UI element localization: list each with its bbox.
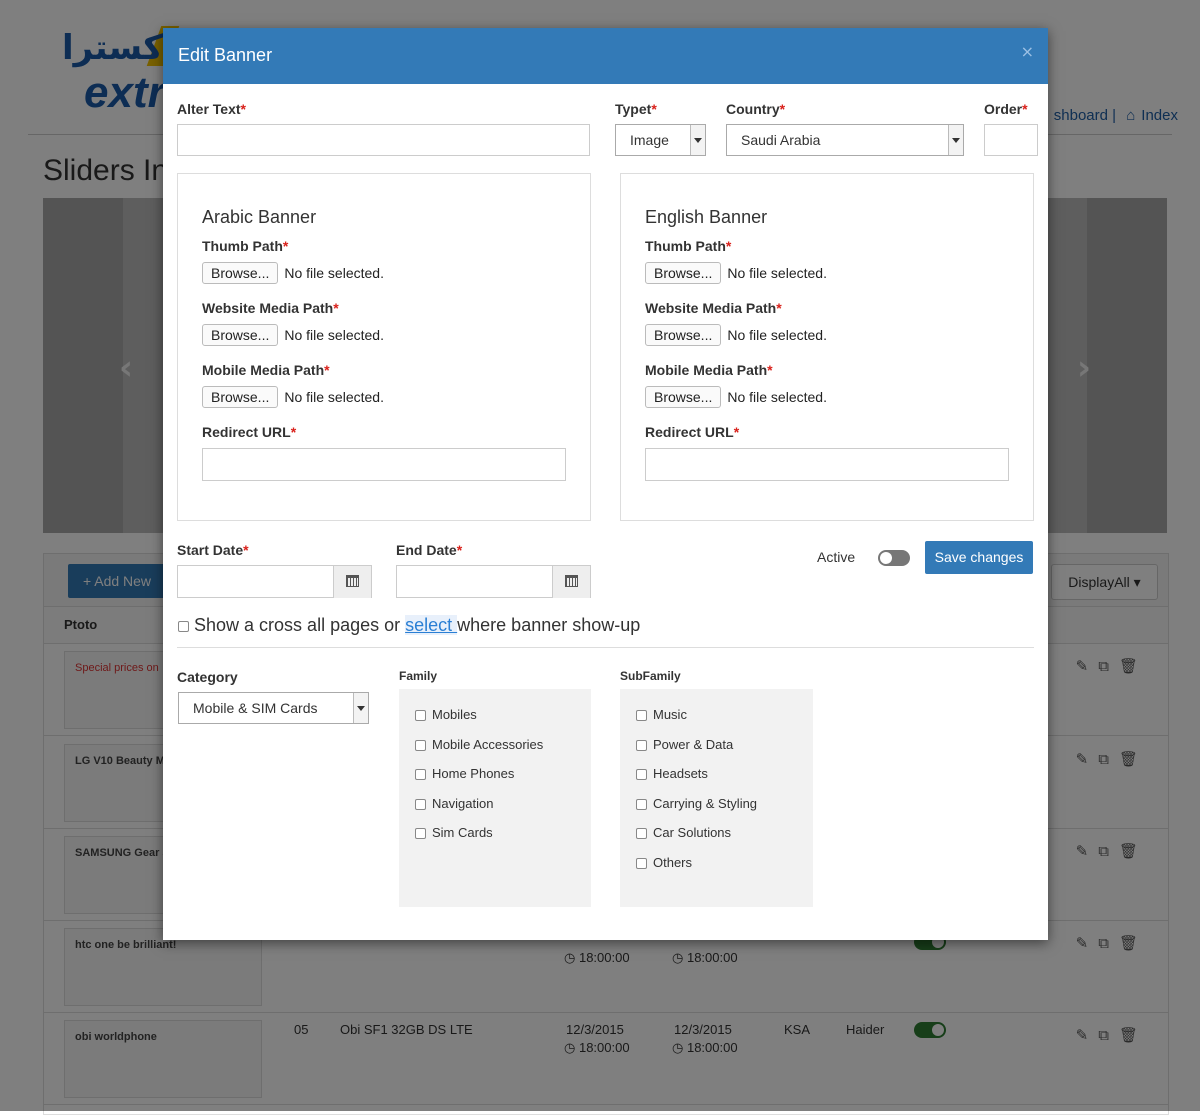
family-list: Mobiles Mobile Accessories Home Phones N… <box>399 689 591 907</box>
active-label: Active <box>817 549 856 565</box>
arabic-thumb-path-label: Thumb Path* <box>202 238 289 254</box>
subfamily-item[interactable]: Car Solutions <box>636 825 731 840</box>
english-banner-box: English Banner Thumb Path* Browse... No f… <box>620 173 1034 521</box>
select-pages-link[interactable]: select <box>405 615 458 635</box>
arabic-banner-title: Arabic Banner <box>202 207 317 227</box>
file-status: No file selected. <box>727 389 827 405</box>
subfamily-checkbox[interactable] <box>636 710 647 722</box>
arabic-mobile-media-label: Mobile Media Path* <box>202 362 330 378</box>
country-label: Country* <box>726 101 786 117</box>
family-checkbox[interactable] <box>415 828 426 840</box>
browse-button[interactable]: Browse... <box>202 262 279 284</box>
subfamily-item[interactable]: Carrying & Styling <box>636 796 757 811</box>
category-label: Category <box>177 669 238 685</box>
calendar-icon <box>565 575 578 587</box>
subfamily-item[interactable]: Headsets <box>636 766 708 781</box>
end-date-picker-button[interactable] <box>552 566 590 598</box>
alter-text-input[interactable] <box>177 124 590 156</box>
modal-title: Edit Banner <box>178 45 273 65</box>
chevron-down-icon <box>353 693 368 723</box>
arabic-redirect-url-label: Redirect URL* <box>202 424 297 440</box>
english-thumb-file-input: Browse... No file selected. <box>645 262 827 284</box>
arabic-redirect-url-input[interactable] <box>202 448 566 481</box>
english-website-file-input: Browse... No file selected. <box>645 324 827 346</box>
subfamily-item[interactable]: Others <box>636 855 692 870</box>
subfamily-item[interactable]: Music <box>636 707 687 722</box>
close-icon[interactable]: × <box>1021 42 1034 61</box>
chevron-down-icon <box>948 125 963 155</box>
calendar-icon <box>346 575 359 587</box>
type-select[interactable]: Image <box>615 124 706 156</box>
section-divider <box>177 647 1034 648</box>
order-input[interactable] <box>984 124 1038 156</box>
family-item[interactable]: Mobile Accessories <box>415 737 543 752</box>
file-status: No file selected. <box>284 265 384 281</box>
alter-text-label: Alter Text* <box>177 101 246 117</box>
english-thumb-path-label: Thumb Path* <box>645 238 732 254</box>
subfamily-checkbox[interactable] <box>636 799 647 811</box>
file-status: No file selected. <box>284 327 384 343</box>
arabic-banner-box: Arabic Banner Thumb Path* Browse... No fi… <box>177 173 591 521</box>
file-status: No file selected. <box>284 389 384 405</box>
subfamily-list: Music Power & Data Headsets Carrying & S… <box>620 689 813 907</box>
modal-header: Edit Banner × <box>163 28 1048 84</box>
country-select[interactable]: Saudi Arabia <box>726 124 964 156</box>
arabic-website-file-input: Browse... No file selected. <box>202 324 384 346</box>
browse-button[interactable]: Browse... <box>645 324 722 346</box>
family-item[interactable]: Navigation <box>415 796 493 811</box>
show-all-pages-checkbox[interactable] <box>178 620 189 632</box>
browse-button[interactable]: Browse... <box>202 324 279 346</box>
type-label: Typet* <box>615 101 657 117</box>
start-date-input[interactable] <box>177 565 372 598</box>
subfamily-checkbox[interactable] <box>636 858 647 870</box>
end-date-label: End Date* <box>396 542 463 558</box>
chevron-down-icon <box>690 125 705 155</box>
show-all-pages-text-after: where banner show-up <box>457 615 641 635</box>
subfamily-checkbox[interactable] <box>636 828 647 840</box>
file-status: No file selected. <box>727 327 827 343</box>
family-checkbox[interactable] <box>415 740 426 752</box>
subfamily-checkbox[interactable] <box>636 769 647 781</box>
family-checkbox[interactable] <box>415 799 426 811</box>
category-select[interactable]: Mobile & SIM Cards <box>178 692 369 724</box>
arabic-thumb-file-input: Browse... No file selected. <box>202 262 384 284</box>
family-item[interactable]: Mobiles <box>415 707 477 722</box>
english-website-media-label: Website Media Path* <box>645 300 782 316</box>
save-changes-button[interactable]: Save changes <box>925 541 1033 574</box>
browse-button[interactable]: Browse... <box>645 262 722 284</box>
active-toggle[interactable] <box>878 550 910 566</box>
order-label: Order* <box>984 101 1028 117</box>
family-checkbox[interactable] <box>415 769 426 781</box>
family-label: Family <box>399 669 438 683</box>
arabic-website-media-label: Website Media Path* <box>202 300 339 316</box>
start-date-label: Start Date* <box>177 542 249 558</box>
show-all-pages-row: Show a cross all pages or select where b… <box>178 615 640 636</box>
family-checkbox[interactable] <box>415 710 426 722</box>
browse-button[interactable]: Browse... <box>645 386 722 408</box>
english-mobile-file-input: Browse... No file selected. <box>645 386 827 408</box>
family-item[interactable]: Sim Cards <box>415 825 493 840</box>
start-date-picker-button[interactable] <box>333 566 371 598</box>
subfamily-checkbox[interactable] <box>636 740 647 752</box>
file-status: No file selected. <box>727 265 827 281</box>
english-mobile-media-label: Mobile Media Path* <box>645 362 773 378</box>
english-redirect-url-input[interactable] <box>645 448 1009 481</box>
end-date-input[interactable] <box>396 565 591 598</box>
show-all-pages-text-before: Show a cross all pages or <box>194 615 406 635</box>
subfamily-item[interactable]: Power & Data <box>636 737 733 752</box>
subfamily-label: SubFamily <box>620 669 681 683</box>
arabic-mobile-file-input: Browse... No file selected. <box>202 386 384 408</box>
english-redirect-url-label: Redirect URL* <box>645 424 740 440</box>
english-banner-title: English Banner <box>645 207 768 227</box>
edit-banner-modal: Edit Banner × Alter Text* Typet* Image C… <box>163 28 1048 940</box>
family-item[interactable]: Home Phones <box>415 766 514 781</box>
browse-button[interactable]: Browse... <box>202 386 279 408</box>
